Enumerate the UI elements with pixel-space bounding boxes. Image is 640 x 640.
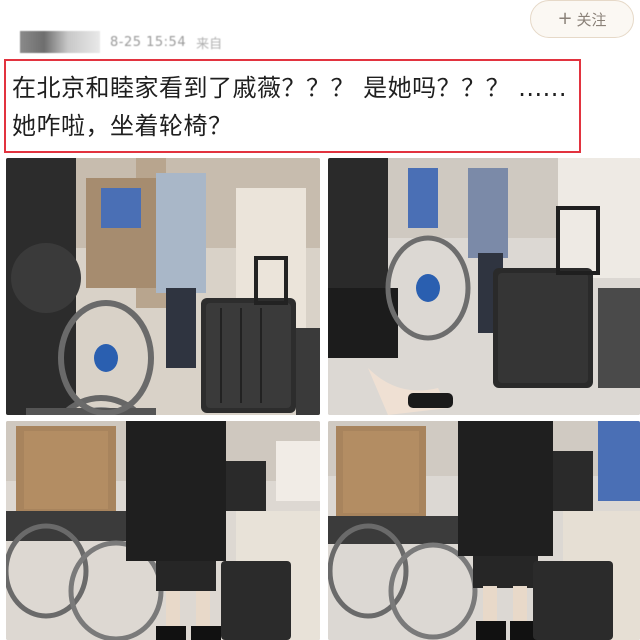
post-source: 来自: [196, 36, 223, 52]
photo-2[interactable]: [328, 158, 640, 415]
avatar-blurred: [20, 31, 100, 53]
plus-icon: +: [557, 8, 573, 29]
photo-3[interactable]: [6, 421, 320, 640]
photo-4-image: [328, 421, 640, 640]
photo-2-image: [328, 158, 640, 415]
post-meta: 8-25 15:54 来自: [20, 30, 440, 54]
photo-3-image: [6, 421, 320, 640]
post-timestamp: 8-25 15:54: [110, 34, 187, 50]
post-text: 在北京和睦家看到了戚薇？？？ 是她吗？？？ ......她咋啦，坐着轮椅？: [12, 74, 568, 140]
photo-4[interactable]: [328, 421, 640, 640]
photo-1-image: [6, 158, 320, 415]
follow-label: 关注: [576, 10, 607, 29]
post-text-box: 在北京和睦家看到了戚薇？？？ 是她吗？？？ ......她咋啦，坐着轮椅？: [4, 59, 581, 153]
photo-1[interactable]: [6, 158, 320, 415]
follow-button[interactable]: + 关注: [530, 0, 634, 38]
